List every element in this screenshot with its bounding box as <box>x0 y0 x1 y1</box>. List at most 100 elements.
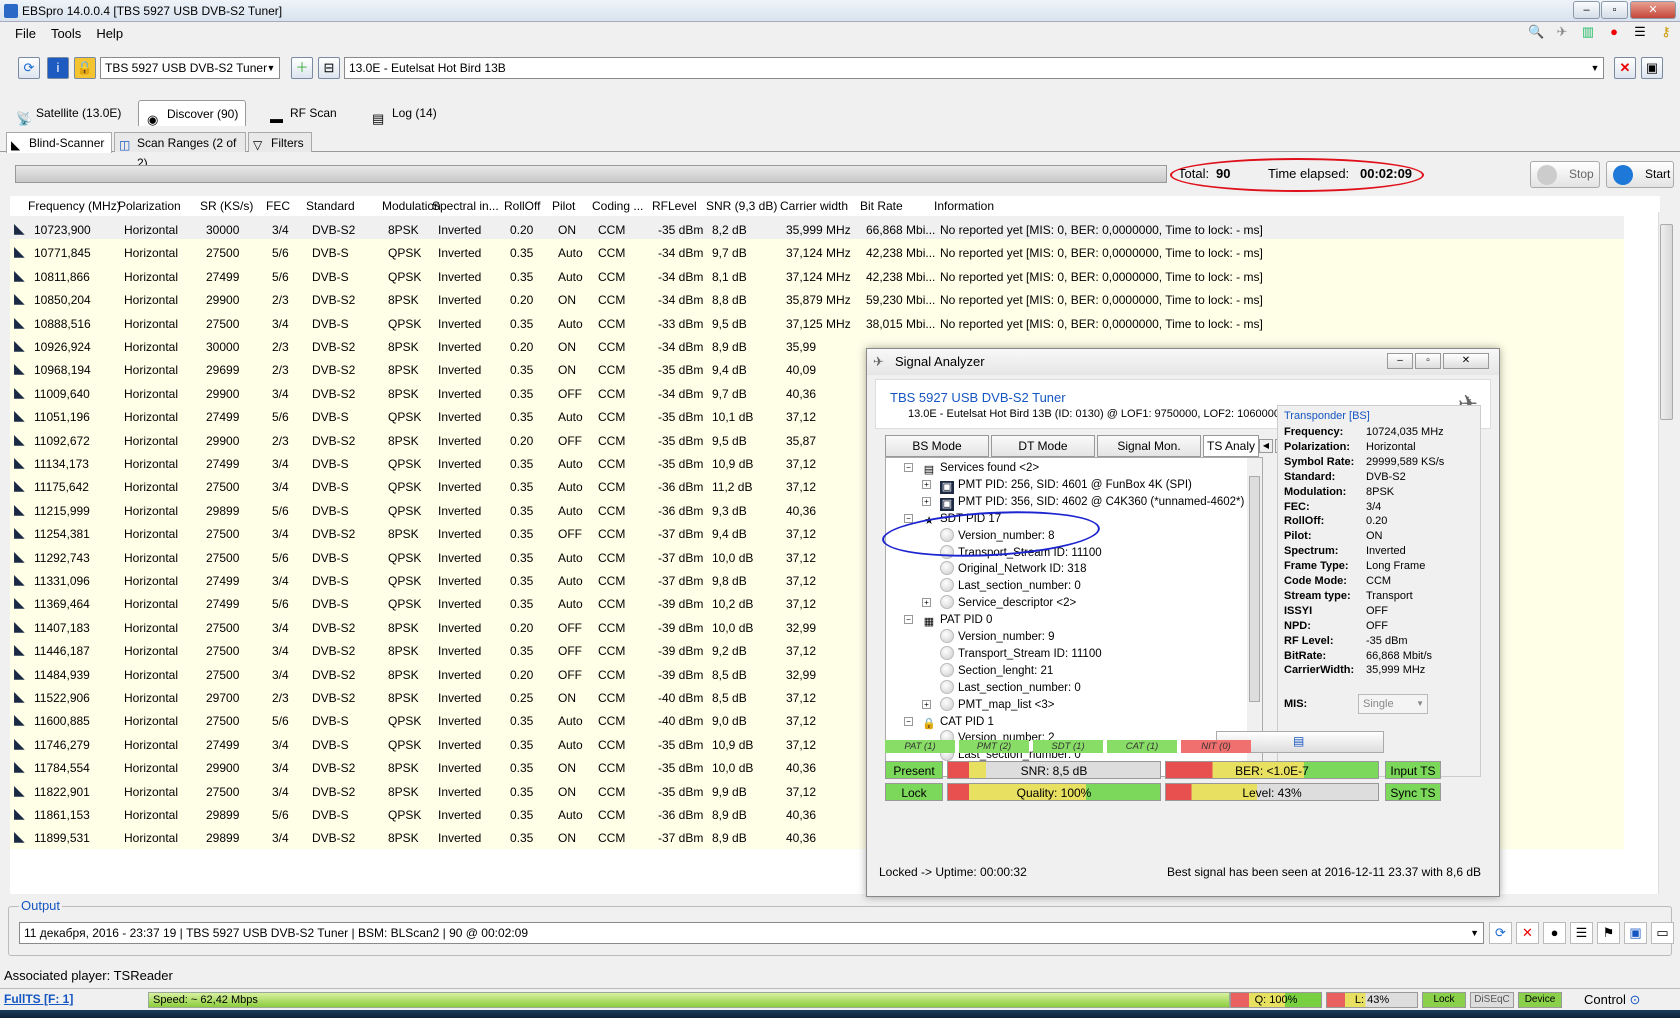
column-header[interactable]: Polarization <box>118 199 181 213</box>
refresh-icon[interactable]: ⟳ <box>1489 922 1512 944</box>
tree-scrollbar-thumb[interactable] <box>1249 476 1260 702</box>
save-icon[interactable]: ▣ <box>1641 57 1663 79</box>
stop-button[interactable]: Stop <box>1530 161 1600 188</box>
dialog-close-button[interactable]: ✕ <box>1443 353 1489 369</box>
add-icon[interactable]: ＋ <box>291 57 313 79</box>
table-row[interactable]: ◣ 10811,866 Horizontal 27499 5/6 DVB-S QPSK Inv… <box>10 262 1624 288</box>
table-scrollbar[interactable] <box>1658 212 1674 894</box>
expand-icon[interactable]: − <box>904 615 913 625</box>
expand-icon[interactable]: − <box>904 716 913 726</box>
tree-node[interactable]: Last_section_number: 0 <box>940 679 1081 697</box>
menu-file[interactable]: File <box>15 26 36 41</box>
tab-filters[interactable]: ▽ Filters <box>248 132 312 152</box>
tree-node[interactable]: + ▣ PMT PID: 356, SID: 4602 @ C4K360 (*unn… <box>922 494 1244 511</box>
tab-bs-mode[interactable]: BS Mode <box>885 435 989 457</box>
lock-icon[interactable]: 🔒 <box>74 57 96 79</box>
tab-scan-ranges[interactable]: ◫ Scan Ranges (2 of 2) <box>114 132 246 170</box>
record-icon[interactable]: ● <box>1606 24 1622 40</box>
column-header[interactable]: RFLevel <box>652 199 697 213</box>
tab-scroll-left-icon[interactable]: ◀ <box>1259 439 1273 453</box>
tree-node[interactable]: + ▣ PMT PID: 256, SID: 4601 @ FunBox 4K (S… <box>922 477 1192 494</box>
tree-node[interactable]: Version_number: 9 <box>940 629 1055 646</box>
save-icon[interactable]: ▣ <box>1624 922 1647 944</box>
tree-node[interactable]: Transport_Stream ID: 11100 <box>940 645 1102 663</box>
tab-blind-scanner[interactable]: ◣ Blind-Scanner <box>6 132 112 153</box>
key-icon[interactable]: ⚷ <box>1658 24 1674 40</box>
tree-node[interactable]: − ▦ PAT PID 0 <box>904 612 992 629</box>
table-cell: Horizontal <box>124 761 179 776</box>
scrollbar-thumb[interactable] <box>1660 224 1673 420</box>
column-header[interactable]: Pilot <box>552 199 575 213</box>
tree-node[interactable]: + PMT_map_list <3> <box>922 696 1055 714</box>
expand-icon[interactable]: + <box>922 598 931 608</box>
column-header[interactable]: RollOff <box>504 199 540 213</box>
fullts-link[interactable]: FullTS [F: 1] <box>4 992 73 1006</box>
ts-tree[interactable]: − ▤ Services found <2> + ▣ PMT PID: 256, SID:… <box>885 457 1263 777</box>
column-header[interactable]: Information <box>934 199 994 213</box>
expand-icon[interactable]: + <box>922 496 931 506</box>
table-row[interactable]: ◣ 10850,204 Horizontal 29900 2/3 DVB-S2 8PSK In… <box>10 286 1624 312</box>
tree-scrollbar[interactable] <box>1247 458 1262 776</box>
list-icon[interactable]: ☰ <box>1570 922 1593 944</box>
expand-icon[interactable]: − <box>904 463 913 472</box>
column-header[interactable]: Frequency (MHz) <box>28 199 121 213</box>
delete-icon[interactable]: ✕ <box>1516 922 1539 944</box>
satellite-icon[interactable]: ✈ <box>1554 24 1570 40</box>
menu-help[interactable]: Help <box>96 26 123 41</box>
tuner-select[interactable]: TBS 5927 USB DVB-S2 Tuner ▼ <box>100 57 280 79</box>
column-header[interactable]: SNR (9,3 dB) <box>706 199 777 213</box>
satellite-select[interactable]: 13.0E - Eutelsat Hot Bird 13B ▼ <box>344 57 1604 79</box>
expand-icon[interactable]: + <box>922 479 931 489</box>
expand-icon[interactable]: + <box>922 699 931 709</box>
menu-tools[interactable]: Tools <box>51 26 81 41</box>
column-header[interactable]: SR (KS/s) <box>200 199 253 213</box>
table-row[interactable]: ◣ 10888,516 Horizontal 27500 3/4 DVB-S QPSK Inv… <box>10 309 1624 335</box>
table-row[interactable]: ◣ 10771,845 Horizontal 27500 5/6 DVB-S QPSK Inv… <box>10 239 1624 265</box>
tree-node[interactable]: Last_section_number: 0 <box>940 578 1081 595</box>
refresh-icon[interactable]: ⟳ <box>18 57 40 79</box>
range-icon: ◫ <box>119 138 131 152</box>
delete-icon[interactable]: ✕ <box>1614 57 1636 79</box>
table-row[interactable]: ◣ 10723,900 Horizontal 30000 3/4 DVB-S2 8PSK In… <box>10 216 1624 241</box>
column-header[interactable]: Coding ... <box>592 199 643 213</box>
chart-icon[interactable]: ▥ <box>1580 24 1596 40</box>
tab-satellite[interactable]: 📡 Satellite (13.0E) <box>8 100 126 126</box>
tree-node[interactable]: Section_lenght: 21 <box>940 662 1053 680</box>
search-icon[interactable]: 🔍 <box>1528 24 1544 40</box>
info-icon[interactable]: i <box>47 57 69 79</box>
chevron-down-icon: ▼ <box>1470 928 1479 938</box>
close-button[interactable]: ✕ <box>1630 1 1676 19</box>
list-icon[interactable]: ☰ <box>1632 24 1648 40</box>
minimize-button[interactable]: – <box>1573 1 1600 19</box>
node-icon <box>940 645 954 660</box>
tab-signal-mon[interactable]: Signal Mon. <box>1097 435 1201 457</box>
tree-node[interactable]: − ▤ Services found <2> <box>904 460 1039 477</box>
tab-dt-mode[interactable]: DT Mode <box>991 435 1095 457</box>
column-header[interactable]: FEC <box>266 199 290 213</box>
column-header[interactable]: Bit Rate <box>860 199 903 213</box>
tab-log[interactable]: ▤ Log (14) <box>364 100 450 126</box>
dialog-minimize-button[interactable]: – <box>1387 353 1413 369</box>
transponder-list-icon[interactable]: ⊟ <box>318 57 340 79</box>
start-button[interactable]: Start <box>1606 161 1674 188</box>
tab-rf-scan[interactable]: ▬ RF Scan <box>262 100 346 126</box>
tab-discover[interactable]: ◉ Discover (90) <box>138 100 246 127</box>
mis-select[interactable]: Single ▼ <box>1358 694 1428 714</box>
table-cell: 27500 <box>206 527 240 542</box>
expand-icon[interactable]: − <box>904 513 913 523</box>
maximize-button[interactable]: ▫ <box>1601 1 1628 19</box>
column-header[interactable]: Standard <box>306 199 355 213</box>
globe-icon[interactable]: ● <box>1543 922 1566 944</box>
tree-node[interactable]: + Service_descriptor <2> <box>922 595 1076 612</box>
dialog-maximize-button[interactable]: ▫ <box>1415 353 1441 369</box>
tab-ts-analyzer[interactable]: TS Analy <box>1203 435 1259 457</box>
field-label: RF Level: <box>1284 634 1334 647</box>
tree-node[interactable]: − 🔒 CAT PID 1 <box>904 714 994 731</box>
screen-icon[interactable]: ▭ <box>1651 922 1674 944</box>
column-header[interactable]: Spectral in... <box>432 199 499 213</box>
output-select[interactable]: 11 декабря, 2016 - 23:37 19 | TBS 5927 U… <box>19 922 1484 944</box>
column-header[interactable]: Carrier width <box>780 199 848 213</box>
flag-icon[interactable]: ⚑ <box>1597 922 1620 944</box>
control-menu[interactable]: Control ⊙ <box>1584 992 1640 1008</box>
tree-node[interactable]: Original_Network ID: 318 <box>940 561 1086 578</box>
